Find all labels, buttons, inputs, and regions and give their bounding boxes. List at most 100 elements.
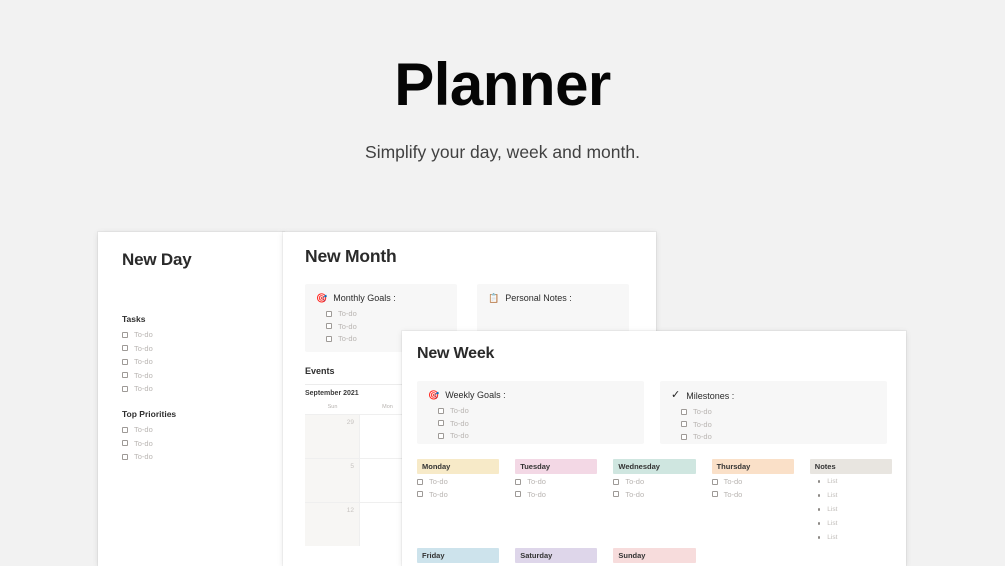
note-list-item[interactable]: List <box>810 506 892 513</box>
day-header: Monday <box>417 459 500 474</box>
checkbox-icon[interactable] <box>613 491 620 498</box>
milestone-item[interactable]: To-do <box>681 408 876 416</box>
day-todo-item[interactable]: To-do <box>711 490 794 499</box>
monthly-goal-item[interactable]: To-do <box>326 321 446 331</box>
todo-label: To-do <box>338 321 357 331</box>
checkbox-icon[interactable] <box>326 335 332 342</box>
milestone-item[interactable]: To-do <box>681 433 876 441</box>
todo-label: To-do <box>723 477 743 486</box>
priority-item[interactable]: To-do <box>122 439 262 448</box>
weekly-goals-title: 🎯 Weekly Goals : <box>428 390 633 400</box>
checkbox-icon[interactable] <box>711 478 718 485</box>
todo-label: To-do <box>450 418 469 428</box>
milestones-card[interactable]: ✓ Milestones : To-do To-do To-do <box>660 381 887 444</box>
weekly-goal-item[interactable]: To-do <box>438 432 633 440</box>
task-item[interactable]: To-do <box>122 370 262 380</box>
weekly-goals-list: To-do To-do To-do <box>428 407 633 440</box>
milestones-list: To-do To-do To-do <box>671 408 876 441</box>
calendar-day-cell[interactable]: 29 <box>305 414 360 458</box>
day-todo-item[interactable]: To-do <box>417 490 499 499</box>
checkbox-icon[interactable] <box>122 453 128 460</box>
bullet-icon <box>817 494 821 497</box>
checkbox-icon[interactable] <box>438 420 444 427</box>
checkbox-icon[interactable] <box>122 385 128 392</box>
task-item[interactable]: To-do <box>122 385 262 393</box>
checkbox-icon[interactable] <box>681 421 687 428</box>
todo-label: To-do <box>338 309 357 318</box>
todo-label: To-do <box>338 334 357 343</box>
task-item[interactable]: To-do <box>122 358 262 366</box>
checkbox-icon[interactable] <box>122 372 128 379</box>
checkbox-icon[interactable] <box>122 345 128 352</box>
checkbox-icon[interactable] <box>417 478 423 485</box>
day-column-friday[interactable]: FridayTo-doTo-do <box>417 548 500 566</box>
milestone-item[interactable]: To-do <box>681 420 876 429</box>
checkbox-icon[interactable] <box>515 491 522 498</box>
new-month-title: New Month <box>305 246 397 266</box>
weekly-goal-item[interactable]: To-do <box>438 418 633 428</box>
top-priorities-list: To-do To-do To-do <box>122 426 262 461</box>
day-column-saturday[interactable]: SaturdayTo-doTo-do <box>515 548 598 566</box>
weekly-goals-card[interactable]: 🎯 Weekly Goals : To-do To-do To-do <box>417 381 644 444</box>
note-list-item[interactable]: List <box>810 478 892 485</box>
task-item[interactable]: To-do <box>122 344 262 353</box>
day-todo-item[interactable]: To-do <box>613 490 695 499</box>
task-item[interactable]: To-do <box>122 331 262 339</box>
checkbox-icon[interactable] <box>515 478 522 485</box>
notes-header: Notes <box>809 459 892 474</box>
todo-label: To-do <box>134 384 153 393</box>
day-todo-item[interactable]: To-do <box>711 477 794 486</box>
day-column-wednesday[interactable]: Wednesday To-do To-do <box>613 459 696 548</box>
day-column-monday[interactable]: Monday To-do To-do <box>417 459 500 548</box>
checkbox-icon[interactable] <box>122 358 128 365</box>
priority-item[interactable]: To-do <box>122 453 262 461</box>
checkbox-icon[interactable] <box>417 491 423 498</box>
checkbox-icon[interactable] <box>122 426 128 433</box>
monthly-goals-title: 🎯 Monthly Goals : <box>316 293 446 303</box>
checkbox-icon[interactable] <box>711 491 718 498</box>
todo-label: To-do <box>527 477 546 486</box>
personal-notes-title: 📋 Personal Notes : <box>488 293 618 303</box>
day-todo-item[interactable]: To-do <box>613 478 695 486</box>
checkbox-icon[interactable] <box>326 310 332 317</box>
new-day-panel[interactable]: New Day Tasks To-do To-do To-do To-do To-do … <box>98 232 284 566</box>
day-todo-item[interactable]: To-do <box>515 490 597 499</box>
calendar-month-label: September 2021 <box>305 390 359 397</box>
checkbox-icon[interactable] <box>326 323 332 330</box>
calendar-day-cell[interactable]: 12 <box>305 502 360 546</box>
day-column-sunday[interactable]: SundayTo-doTo-do <box>613 548 696 566</box>
day-column-thursday[interactable]: Thursday To-do To-do <box>711 459 794 548</box>
weekly-goals-label: Weekly Goals : <box>445 390 506 400</box>
note-label: List <box>827 520 838 527</box>
tasks-list: To-do To-do To-do To-do To-do <box>122 331 262 393</box>
weekly-goal-item[interactable]: To-do <box>438 407 633 415</box>
checkbox-icon[interactable] <box>438 432 444 439</box>
checkbox-icon[interactable] <box>681 433 687 440</box>
bullet-icon <box>817 508 821 511</box>
todo-label: To-do <box>134 370 153 380</box>
checkbox-icon[interactable] <box>438 407 444 414</box>
empty-cell <box>712 548 794 566</box>
note-label: List <box>827 478 838 485</box>
page-subtitle: Simplify your day, week and month. <box>365 142 640 162</box>
new-day-title: New Day <box>122 250 192 269</box>
bullet-icon <box>817 480 821 483</box>
note-list-item[interactable]: List <box>810 492 892 499</box>
notes-column[interactable]: Notes List List List List List <box>809 459 892 548</box>
checkbox-icon[interactable] <box>613 478 620 485</box>
empty-cell <box>810 548 892 566</box>
events-heading: Events <box>305 366 335 376</box>
checkbox-icon[interactable] <box>681 408 687 415</box>
day-column-tuesday[interactable]: Tuesday To-do To-do <box>515 459 598 548</box>
note-list-item[interactable]: List <box>810 520 892 527</box>
day-todo-item[interactable]: To-do <box>515 478 597 486</box>
calendar-day-cell[interactable]: 5 <box>305 458 360 502</box>
bullet-icon <box>817 536 821 539</box>
priority-item[interactable]: To-do <box>122 426 262 434</box>
new-week-panel[interactable]: New Week 🎯 Weekly Goals : To-do To-do To-d… <box>402 331 906 566</box>
monthly-goal-item[interactable]: To-do <box>326 310 446 318</box>
note-list-item[interactable]: List <box>810 534 892 541</box>
checkbox-icon[interactable] <box>122 440 128 447</box>
checkbox-icon[interactable] <box>122 331 128 338</box>
day-todo-item[interactable]: To-do <box>417 478 499 486</box>
